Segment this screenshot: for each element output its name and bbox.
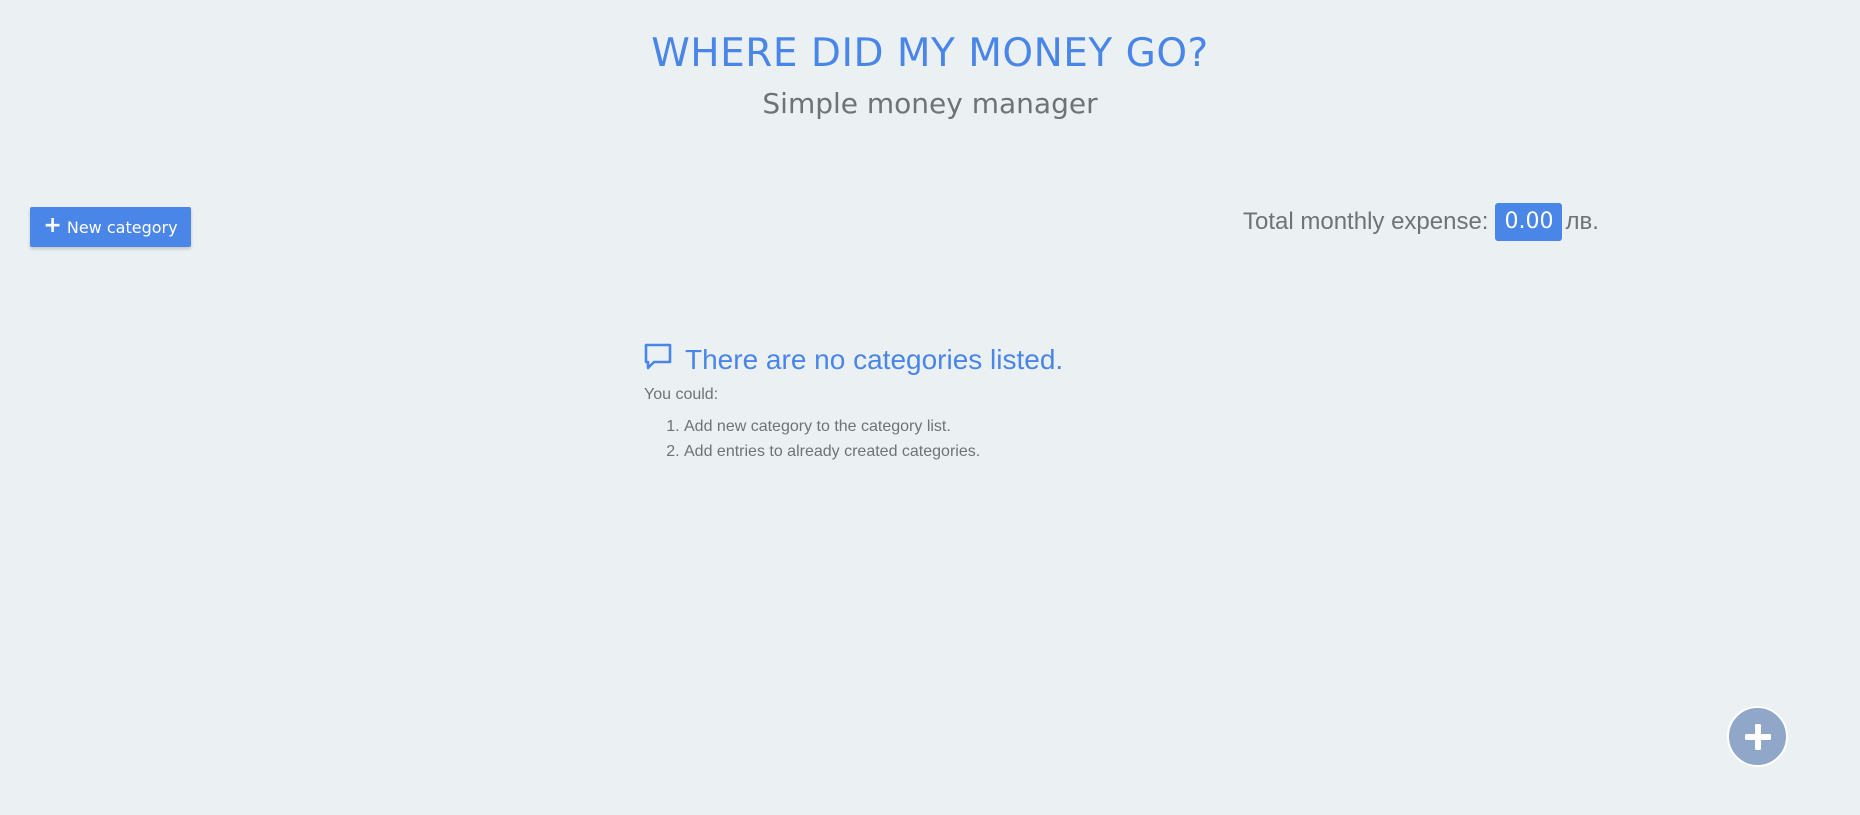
total-amount-badge: 0.00 [1495, 203, 1563, 241]
total-label: Total monthly expense: [1243, 208, 1489, 235]
app-title: WHERE DID MY MONEY GO? [651, 31, 1209, 76]
suggestion-item: Add new category to the category list. [684, 414, 1343, 439]
plus-icon [1744, 723, 1771, 750]
page-header: WHERE DID MY MONEY GO? Simple money mana… [0, 30, 1860, 122]
new-category-button[interactable]: + New category [30, 207, 191, 247]
empty-state: There are no categories listed. You coul… [643, 340, 1343, 464]
currency-label: лв. [1565, 208, 1599, 235]
suggestion-list: Add new category to the category list. A… [643, 414, 1343, 464]
app-subtitle: Simple money manager [762, 87, 1098, 120]
empty-state-intro: You could: [644, 386, 719, 403]
empty-state-title: There are no categories listed. [685, 344, 1064, 375]
new-category-label: New category [66, 217, 178, 237]
suggestion-item: Add entries to already created categorie… [684, 439, 1343, 464]
add-entry-fab[interactable] [1727, 706, 1788, 767]
total-monthly-expense: Total monthly expense: 0.00 лв. [1243, 202, 1599, 242]
empty-state-heading: There are no categories listed. [643, 340, 1343, 380]
plus-icon: + [43, 213, 62, 238]
comment-icon [643, 342, 685, 379]
